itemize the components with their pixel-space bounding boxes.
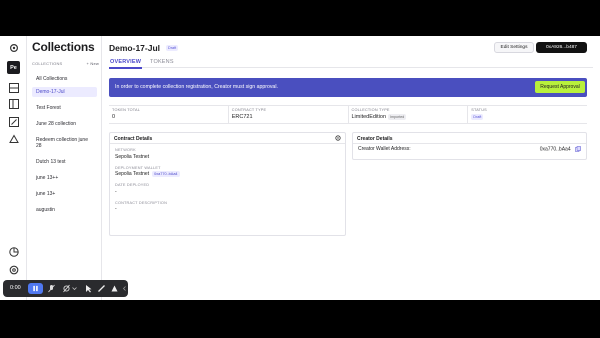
deployment-wallet-value: Sepolia Testnet 0xa770..bAa4 bbox=[115, 171, 180, 177]
mic-off-icon bbox=[48, 284, 55, 293]
workspace-badge[interactable]: Pe bbox=[7, 61, 20, 74]
sidebar-section-label: COLLECTIONS bbox=[32, 61, 63, 66]
sidebar-item-june-28-collection[interactable]: June 28 collection bbox=[32, 119, 97, 129]
contract-details-card: Contract Details NETWORK Sepolia Testnet… bbox=[109, 132, 346, 236]
camera-options-button[interactable] bbox=[69, 283, 80, 294]
account-settings-icon[interactable] bbox=[8, 264, 20, 276]
collection-list: All Collections Demo-17-Jul Test Forest … bbox=[32, 74, 97, 221]
creator-address-label: Creator Wallet Address: bbox=[358, 146, 411, 153]
stat-label: TOKEN TOTAL bbox=[112, 108, 141, 112]
settings-gear-icon[interactable] bbox=[8, 42, 20, 54]
creator-details-card: Creator Details Creator Wallet Address: … bbox=[352, 132, 587, 160]
sidebar-item-augustin[interactable]: augustin bbox=[32, 205, 97, 215]
wallet-address-pill[interactable]: 0xa770..bAa4 bbox=[152, 171, 180, 177]
pen-tool-button[interactable] bbox=[96, 283, 107, 294]
sidebar-section-header: COLLECTIONS + New bbox=[32, 61, 100, 66]
wallet-button[interactable]: 0xA926...b487 bbox=[536, 42, 587, 53]
sidebar-item-redeem-collection[interactable]: Redeem collection june 28 bbox=[32, 135, 97, 151]
network-label: NETWORK bbox=[115, 148, 136, 152]
edit-settings-button[interactable]: Edit Settings bbox=[494, 42, 534, 53]
new-collection-button[interactable]: + New bbox=[87, 61, 99, 66]
stat-label: STATUS bbox=[471, 108, 487, 112]
analytics-icon[interactable] bbox=[8, 246, 20, 258]
card-header: Creator Details bbox=[353, 133, 586, 144]
pen-icon bbox=[98, 285, 105, 292]
request-approval-button[interactable]: Request Approval bbox=[535, 81, 585, 93]
banner-message: In order to complete collection registra… bbox=[115, 84, 278, 90]
pause-button[interactable] bbox=[28, 283, 43, 294]
tab-tokens[interactable]: TOKENS bbox=[150, 59, 174, 65]
creator-address-row: Creator Wallet Address: 0xa770..bAa4 bbox=[353, 144, 586, 154]
sidebar-item-demo-17-jul[interactable]: Demo-17-Jul bbox=[32, 87, 97, 97]
stat-collection-type: COLLECTION TYPE LimitedEdition Imported bbox=[349, 106, 469, 123]
sidebar-item-test-forest[interactable]: Test Forest bbox=[32, 103, 97, 113]
cursor-icon bbox=[86, 285, 92, 293]
stat-label: COLLECTION TYPE bbox=[351, 108, 390, 112]
pause-icon bbox=[33, 285, 38, 292]
tab-bar: OVERVIEW TOKENS bbox=[109, 56, 593, 69]
sidebar-title: Collections bbox=[32, 40, 95, 54]
network-value: Sepolia Testnet bbox=[115, 153, 150, 160]
collapse-toolbar-button[interactable] bbox=[119, 283, 130, 294]
page-title: Demo-17-Jul bbox=[109, 43, 161, 53]
stat-value: 0 bbox=[112, 114, 116, 120]
stat-value: Draft bbox=[471, 114, 584, 120]
status-badge: Draft bbox=[166, 45, 179, 51]
creator-address-group: 0xa770..bAa4 bbox=[540, 146, 581, 152]
card-header: Contract Details bbox=[110, 133, 345, 144]
stat-label: CONTRACT TYPE bbox=[231, 108, 267, 112]
mic-off-button[interactable] bbox=[46, 283, 57, 294]
contract-description-value: - bbox=[115, 206, 117, 212]
tab-overview[interactable]: OVERVIEW bbox=[110, 59, 141, 65]
stat-contract-type: CONTRACT TYPE ERC721 bbox=[229, 106, 349, 123]
stat-value: ERC721 bbox=[231, 114, 253, 120]
refresh-icon[interactable] bbox=[335, 135, 341, 141]
sidebar-item-all-collections[interactable]: All Collections bbox=[32, 74, 97, 84]
main-content: Demo-17-Jul Draft Edit Settings 0xA926..… bbox=[103, 36, 600, 300]
recorder-toolbar: 0:00 bbox=[3, 280, 128, 297]
deployment-wallet-label: DEPLOYMENT WALLET bbox=[115, 165, 161, 170]
sidebar-item-dutch-13-test[interactable]: Dutch 13 test bbox=[32, 157, 97, 167]
sidebar-item-june-13-plus-plus[interactable]: june 13++ bbox=[32, 173, 97, 183]
card-title: Creator Details bbox=[357, 136, 393, 142]
pointer-tool-button[interactable] bbox=[83, 283, 94, 294]
recording-timer: 0:00 bbox=[10, 285, 21, 291]
date-deployed-label: DATE DEPLOYED bbox=[115, 183, 150, 187]
layout-icon[interactable] bbox=[8, 98, 20, 110]
grid-icon[interactable] bbox=[8, 82, 20, 94]
copy-icon[interactable] bbox=[575, 146, 581, 152]
status-draft-tag: Draft bbox=[471, 114, 484, 120]
sidebar-item-june-13-plus[interactable]: june 13+ bbox=[32, 189, 97, 199]
chevron-left-icon bbox=[122, 286, 126, 291]
card-title: Contract Details bbox=[114, 136, 153, 142]
edit-collection-icon[interactable] bbox=[8, 116, 20, 128]
active-tab-indicator bbox=[109, 67, 142, 69]
icon-rail: Pe bbox=[0, 36, 27, 300]
imported-tag: Imported bbox=[388, 114, 407, 120]
recycle-icon[interactable] bbox=[8, 134, 20, 146]
date-deployed-value: - bbox=[115, 188, 117, 195]
collections-sidebar: Collections COLLECTIONS + New All Collec… bbox=[28, 36, 102, 300]
contract-description-label: CONTRACT DESCRIPTION bbox=[115, 200, 168, 205]
stat-token-total: TOKEN TOTAL 0 bbox=[109, 106, 229, 123]
app-window: Pe Collections COLLECTIONS + New All Col… bbox=[0, 36, 600, 300]
creator-address-value: 0xa770..bAa4 bbox=[539, 146, 571, 153]
stat-value: LimitedEdition Imported bbox=[351, 114, 407, 120]
approval-banner: In order to complete collection registra… bbox=[109, 78, 587, 97]
chevron-down-icon bbox=[72, 287, 77, 291]
stats-row: TOKEN TOTAL 0 CONTRACT TYPE ERC721 COLLE… bbox=[109, 105, 587, 124]
stat-status: STATUS Draft bbox=[468, 106, 587, 123]
